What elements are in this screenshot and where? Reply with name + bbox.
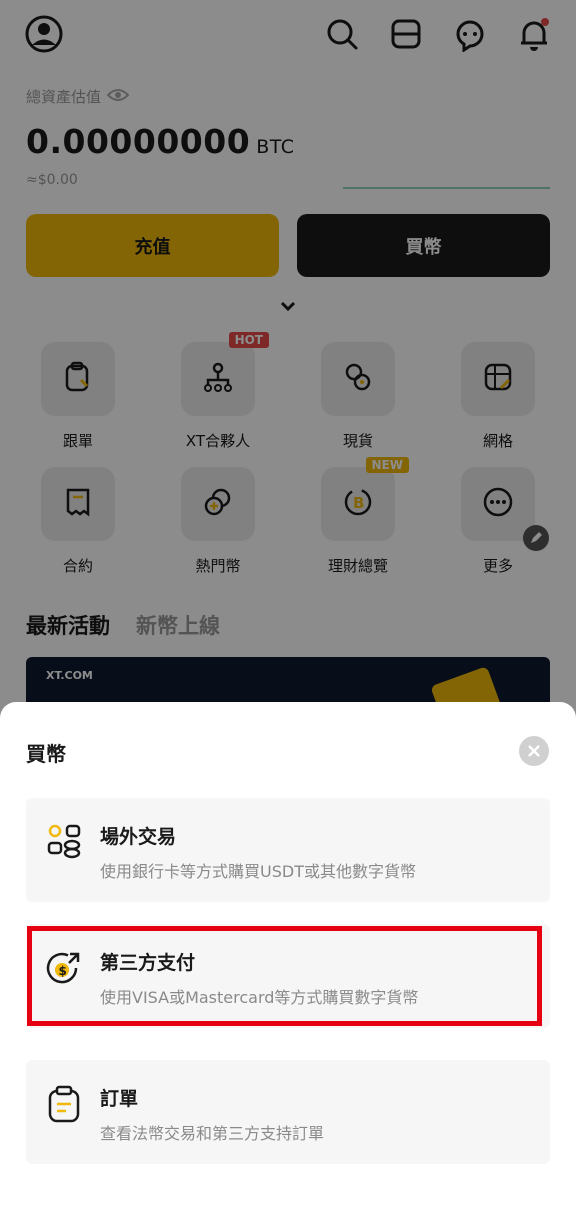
orders-icon	[44, 1084, 84, 1124]
buy-crypto-sheet: 買幣 場外交易 使用銀行卡等方式購買USDT或其他數字貨幣 $ 第三方支付 使用…	[0, 702, 576, 1230]
option-title: 訂單	[100, 1088, 139, 1110]
option-title: 場外交易	[100, 826, 177, 848]
selection-highlight-box	[27, 926, 542, 1026]
otc-icon	[44, 822, 84, 862]
close-icon[interactable]	[519, 736, 549, 766]
option-orders[interactable]: 訂單 查看法幣交易和第三方支持訂單	[26, 1060, 550, 1164]
option-desc: 使用銀行卡等方式購買USDT或其他數字貨幣	[100, 862, 416, 881]
sheet-title: 買幣	[26, 742, 66, 766]
option-desc: 查看法幣交易和第三方支持訂單	[100, 1124, 325, 1143]
option-otc[interactable]: 場外交易 使用銀行卡等方式購買USDT或其他數字貨幣	[26, 798, 550, 902]
